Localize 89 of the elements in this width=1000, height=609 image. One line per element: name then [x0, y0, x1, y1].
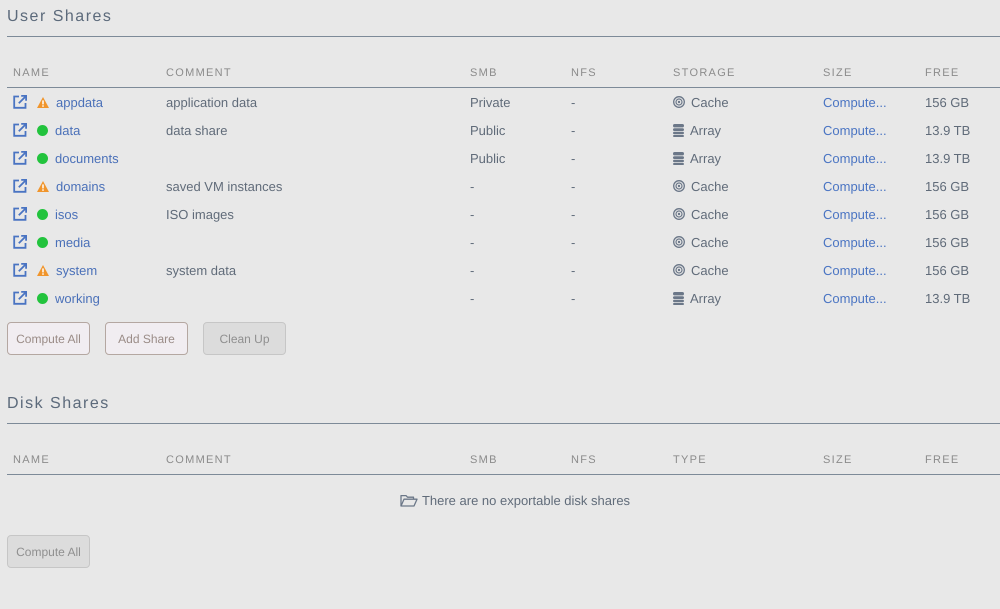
storage-label: Cache: [691, 262, 729, 278]
table-cell: -: [571, 150, 576, 166]
external-link-icon[interactable]: [13, 151, 27, 165]
table-cell: Public: [470, 122, 506, 138]
column-header: NFS: [571, 454, 597, 466]
external-link-icon[interactable]: [13, 263, 27, 277]
compute-link[interactable]: Compute...: [823, 122, 887, 138]
compute-link[interactable]: Compute...: [823, 262, 887, 278]
external-link-icon[interactable]: [13, 207, 27, 221]
storage-label: Array: [690, 150, 722, 166]
storage-label: Cache: [691, 178, 729, 194]
share-name-link[interactable]: domains: [56, 178, 106, 194]
table-cell: -: [470, 206, 474, 222]
compute-link[interactable]: Compute...: [823, 94, 887, 110]
table-cell: -: [571, 94, 576, 110]
table-cell: -: [470, 290, 474, 306]
disc-icon: [673, 264, 685, 276]
table-cell: 13.9 TB: [925, 122, 970, 138]
column-header: SMB: [470, 67, 498, 79]
table-cell: 156 GB: [925, 206, 970, 222]
table-cell: -: [571, 122, 576, 138]
table-cell: -: [571, 262, 576, 278]
table-cell: -: [470, 178, 474, 194]
external-link-icon[interactable]: [13, 123, 27, 137]
column-header: SIZE: [823, 67, 853, 79]
column-header: FREE: [925, 67, 960, 79]
column-header: TYPE: [673, 454, 707, 466]
share-name-link[interactable]: data: [55, 122, 80, 138]
storage-label: Array: [690, 122, 722, 138]
compute-link[interactable]: Compute...: [823, 234, 887, 250]
disc-icon: [673, 180, 685, 192]
external-link-icon[interactable]: [13, 291, 27, 305]
storage-label: Cache: [691, 234, 729, 250]
column-header: COMMENT: [166, 67, 232, 79]
database-icon: [673, 152, 684, 164]
table-cell: 156 GB: [925, 178, 970, 194]
external-link-icon[interactable]: [13, 179, 27, 193]
table-cell: ISO images: [166, 206, 234, 222]
table-cell: system data: [166, 262, 236, 278]
share-name-link[interactable]: documents: [55, 150, 119, 166]
share-name-link[interactable]: system: [56, 262, 98, 278]
column-header: FREE: [925, 454, 960, 466]
section-title: Disk Shares: [7, 394, 110, 414]
storage-label: Array: [690, 290, 722, 306]
table-cell: 13.9 TB: [925, 290, 970, 306]
table-cell: Public: [470, 150, 506, 166]
table-cell: -: [571, 290, 576, 306]
table-cell: 156 GB: [925, 94, 970, 110]
share-name-link[interactable]: isos: [55, 206, 78, 222]
action-button[interactable]: Add Share: [105, 322, 188, 355]
table-cell: 156 GB: [925, 262, 970, 278]
table-cell: -: [571, 178, 576, 194]
table-cell: 13.9 TB: [925, 150, 970, 166]
share-name-link[interactable]: media: [55, 234, 90, 250]
folder-icon: [400, 494, 418, 506]
column-header: NAME: [13, 67, 50, 79]
table-cell: data share: [166, 122, 228, 138]
disc-icon: [673, 96, 685, 108]
section-title: User Shares: [7, 7, 112, 27]
empty-message: There are no exportable disk shares: [422, 492, 630, 508]
database-icon: [673, 292, 684, 304]
table-cell: application data: [166, 94, 258, 110]
compute-link[interactable]: Compute...: [823, 150, 887, 166]
table-cell: -: [470, 234, 474, 250]
external-link-icon[interactable]: [13, 95, 27, 109]
column-header: STORAGE: [673, 67, 736, 79]
disc-icon: [673, 236, 685, 248]
database-icon: [673, 124, 684, 136]
table-cell: Private: [470, 94, 510, 110]
disc-icon: [673, 208, 685, 220]
table-cell: saved VM instances: [166, 178, 282, 194]
external-link-icon[interactable]: [13, 235, 27, 249]
column-header: NAME: [13, 454, 50, 466]
column-header: SIZE: [823, 454, 853, 466]
column-header: SMB: [470, 454, 498, 466]
storage-label: Cache: [691, 94, 729, 110]
share-name-link[interactable]: working: [55, 290, 100, 306]
storage-label: Cache: [691, 206, 729, 222]
table-cell: -: [571, 234, 576, 250]
compute-link[interactable]: Compute...: [823, 206, 887, 222]
column-header: COMMENT: [166, 454, 232, 466]
compute-link[interactable]: Compute...: [823, 178, 887, 194]
column-header: NFS: [571, 67, 597, 79]
share-name-link[interactable]: appdata: [56, 94, 103, 110]
compute-link[interactable]: Compute...: [823, 290, 887, 306]
table-cell: -: [470, 262, 474, 278]
action-button[interactable]: Compute All: [7, 322, 90, 355]
table-cell: -: [571, 206, 576, 222]
table-cell: 156 GB: [925, 234, 970, 250]
